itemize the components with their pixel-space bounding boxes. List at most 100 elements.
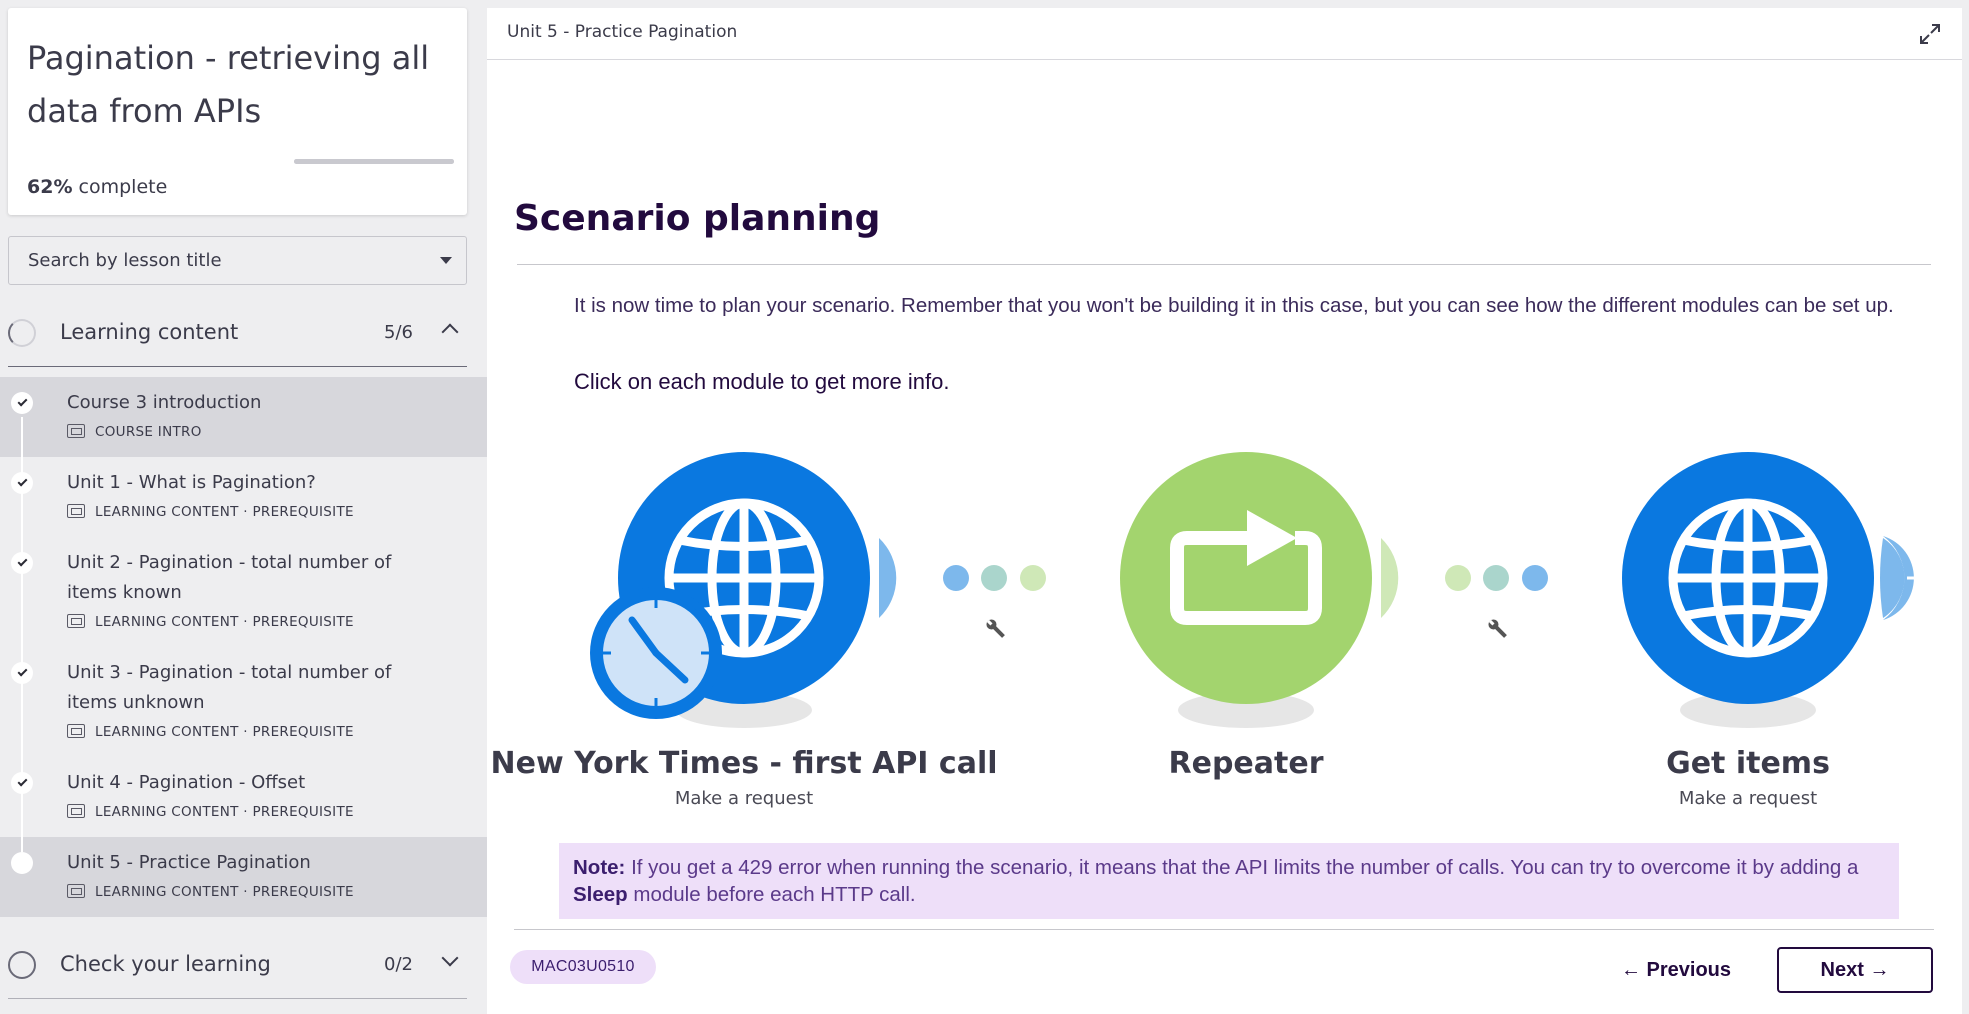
lesson-type-icon (67, 614, 85, 628)
module-sublabel: Make a request (674, 788, 814, 809)
note-callout: Note: If you get a 429 error when runnin… (559, 843, 1899, 919)
lesson-title: Unit 5 - Practice Pagination (67, 852, 311, 873)
title-divider (517, 264, 1931, 265)
lesson-item-unit-5[interactable]: Unit 5 - Practice Pagination LEARNING CO… (0, 837, 487, 917)
progress-bar (294, 159, 454, 164)
section-check-your-learning[interactable]: Check your learning 0/2 (0, 934, 487, 994)
next-button[interactable]: Next → (1777, 947, 1933, 993)
note-bold: Sleep (573, 883, 628, 906)
lesson-meta: LEARNING CONTENT · PREREQUISITE (67, 504, 354, 520)
search-placeholder: Search by lesson title (28, 250, 222, 271)
lesson-type-icon (67, 424, 85, 438)
lesson-meta: LEARNING CONTENT · PREREQUISITE (67, 614, 354, 630)
instruction-text: Click on each module to get more info. (574, 369, 949, 395)
timeline-line (21, 417, 23, 457)
lesson-list: Course 3 introduction COURSE INTRO Unit … (0, 377, 487, 917)
lesson-title: Unit 2 - Pagination - total number of it… (67, 552, 392, 603)
previous-button[interactable]: ← Previous (1611, 948, 1741, 992)
lesson-item-course-intro[interactable]: Course 3 introduction COURSE INTRO (0, 377, 487, 457)
connector-dot (1445, 565, 1471, 591)
connector-left-cap (879, 538, 897, 618)
note-text: If you get a 429 error when running the … (625, 856, 1859, 879)
connector-dot (1522, 565, 1548, 591)
lesson-meta: LEARNING CONTENT · PREREQUISITE (67, 804, 354, 820)
expand-icon[interactable] (1918, 22, 1942, 46)
section-progress-ring (8, 319, 36, 347)
lesson-title: Course 3 introduction (67, 392, 262, 413)
lesson-meta: LEARNING CONTENT · PREREQUISITE (67, 724, 354, 740)
lesson-meta-text: LEARNING CONTENT · PREREQUISITE (95, 724, 354, 740)
timeline-line (21, 757, 23, 837)
connector-dot (1020, 565, 1046, 591)
lesson-meta-text: COURSE INTRO (95, 424, 202, 440)
check-icon (17, 776, 27, 787)
timeline-line (21, 837, 23, 852)
check-icon (17, 556, 27, 567)
module-label: New York Times - first API call (490, 746, 998, 781)
lesson-type-icon (67, 884, 85, 898)
section-divider (8, 998, 467, 999)
wrench-icon (986, 619, 1005, 638)
section-divider (8, 366, 467, 367)
plus-icon[interactable] (1880, 536, 1933, 620)
progress-percent: 62% (27, 176, 73, 198)
scenario-flow: New York Times - first API call Make a r… (487, 438, 1962, 828)
connector-dot (943, 565, 969, 591)
instruction-emphasis: Click on each module to get more info (574, 369, 944, 394)
lesson-meta-text: LEARNING CONTENT · PREREQUISITE (95, 804, 354, 820)
course-sidebar: Pagination - retrieving all data from AP… (0, 0, 487, 1014)
page-title: Scenario planning (514, 198, 881, 239)
lesson-meta-text: LEARNING CONTENT · PREREQUISITE (95, 884, 354, 900)
lesson-title: Unit 3 - Pagination - total number of it… (67, 662, 392, 713)
module-get-items[interactable] (1622, 452, 1874, 704)
breadcrumb: Unit 5 - Practice Pagination (507, 22, 738, 42)
connector-dot (1483, 565, 1509, 591)
lesson-item-unit-2[interactable]: Unit 2 - Pagination - total number of it… (0, 537, 487, 647)
lesson-item-unit-4[interactable]: Unit 4 - Pagination - Offset LEARNING CO… (0, 757, 487, 837)
lesson-status (11, 392, 33, 414)
lesson-item-unit-1[interactable]: Unit 1 - What is Pagination? LEARNING CO… (0, 457, 487, 537)
note-label: Note: (573, 856, 626, 879)
clock-icon (590, 587, 722, 719)
lesson-meta-text: LEARNING CONTENT · PREREQUISITE (95, 504, 354, 520)
module-label: Get items (1666, 746, 1830, 781)
section-count: 5/6 (384, 322, 413, 343)
section-learning-content[interactable]: Learning content 5/6 (0, 302, 487, 362)
lesson-item-unit-3[interactable]: Unit 3 - Pagination - total number of it… (0, 647, 487, 757)
lesson-title: Unit 1 - What is Pagination? (67, 472, 316, 493)
module-nyt-api-call[interactable] (590, 452, 870, 719)
footer-divider (514, 929, 1934, 930)
instruction-end: . (943, 369, 950, 394)
check-icon (17, 476, 27, 487)
section-title: Learning content (60, 320, 239, 344)
course-title: Pagination - retrieving all data from AP… (27, 39, 430, 130)
module-circle (1120, 452, 1372, 704)
lesson-type-icon (67, 724, 85, 738)
lesson-title: Unit 4 - Pagination - Offset (67, 772, 306, 793)
timeline-line (21, 457, 23, 537)
lesson-search-dropdown[interactable]: Search by lesson title (8, 236, 467, 285)
lesson-meta-text: LEARNING CONTENT · PREREQUISITE (95, 614, 354, 630)
lesson-status-current (11, 852, 33, 874)
lesson-type-icon (67, 504, 85, 518)
section-progress-ring (8, 951, 36, 979)
lesson-status (11, 662, 33, 684)
progress-suffix: complete (72, 176, 168, 198)
check-icon (17, 666, 27, 677)
chevron-down-icon[interactable] (441, 949, 459, 967)
lesson-status (11, 472, 33, 494)
module-repeater[interactable] (1120, 452, 1372, 704)
check-icon (17, 396, 27, 407)
section-title: Check your learning (60, 952, 271, 976)
caret-down-icon (440, 257, 452, 264)
lesson-status (11, 772, 33, 794)
chevron-up-icon[interactable] (441, 323, 459, 341)
section-count: 0/2 (384, 954, 413, 975)
module-label: Repeater (1168, 746, 1324, 781)
module-sublabel: Make a request (1678, 788, 1818, 809)
scenario-diagram (590, 452, 1933, 728)
progress-label: 62% complete (27, 176, 167, 198)
lesson-meta: COURSE INTRO (67, 424, 202, 440)
note-text-end: module before each HTTP call. (627, 883, 916, 906)
lesson-code-badge: MAC03U0510 (510, 950, 656, 984)
